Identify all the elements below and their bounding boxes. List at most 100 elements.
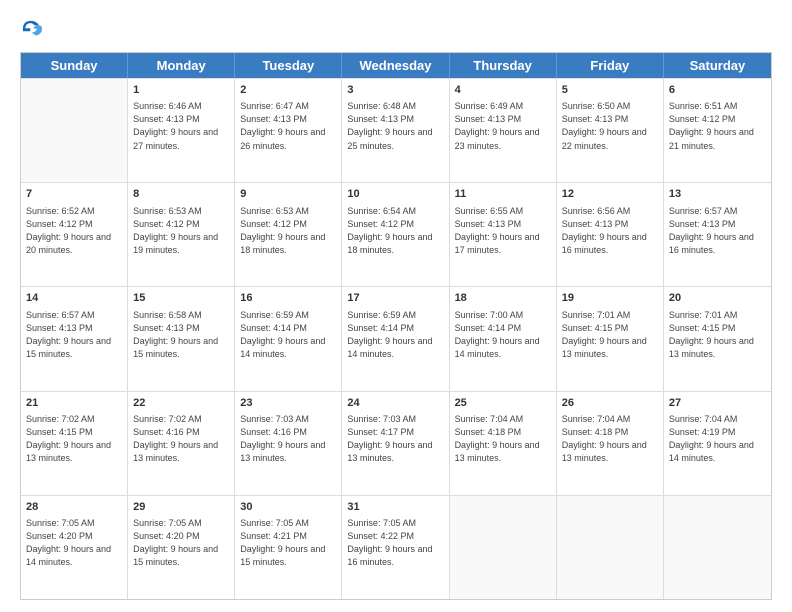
calendar-cell: 8 Sunrise: 6:53 AMSunset: 4:12 PMDaylight… — [128, 183, 235, 286]
day-number: 26 — [562, 396, 658, 411]
calendar-cell: 29 Sunrise: 7:05 AMSunset: 4:20 PMDayligh… — [128, 496, 235, 599]
day-number: 21 — [26, 396, 122, 411]
cell-info: Sunrise: 6:47 AMSunset: 4:13 PMDaylight:… — [240, 100, 336, 152]
day-number: 5 — [562, 83, 658, 98]
calendar: SundayMondayTuesdayWednesdayThursdayFrid… — [20, 52, 772, 600]
day-number: 30 — [240, 500, 336, 515]
calendar-cell: 7Sunrise: 6:52 AMSunset: 4:12 PMDaylight… — [21, 183, 128, 286]
day-number: 28 — [26, 500, 122, 515]
cell-info: Sunrise: 6:53 AMSunset: 4:12 PMDaylight:… — [133, 205, 229, 257]
calendar-cell: 9 Sunrise: 6:53 AMSunset: 4:12 PMDaylight… — [235, 183, 342, 286]
cell-info: Sunrise: 6:56 AMSunset: 4:13 PMDaylight:… — [562, 205, 658, 257]
calendar-cell: 20Sunrise: 7:01 AMSunset: 4:15 PMDayligh… — [664, 287, 771, 390]
cell-info: Sunrise: 7:04 AMSunset: 4:18 PMDaylight:… — [455, 413, 551, 465]
day-header-friday: Friday — [557, 53, 664, 78]
day-header-tuesday: Tuesday — [235, 53, 342, 78]
cell-info: Sunrise: 6:48 AMSunset: 4:13 PMDaylight:… — [347, 100, 443, 152]
day-number: 22 — [133, 396, 229, 411]
calendar-cell: 27 Sunrise: 7:04 AMSunset: 4:19 PMDayligh… — [664, 392, 771, 495]
day-header-monday: Monday — [128, 53, 235, 78]
cell-info: Sunrise: 6:57 AMSunset: 4:13 PMDaylight:… — [26, 309, 122, 361]
calendar-cell: 16 Sunrise: 6:59 AMSunset: 4:14 PMDayligh… — [235, 287, 342, 390]
day-number: 31 — [347, 500, 443, 515]
cell-info: Sunrise: 6:49 AMSunset: 4:13 PMDaylight:… — [455, 100, 551, 152]
cell-info: Sunrise: 7:02 AMSunset: 4:16 PMDaylight:… — [133, 413, 229, 465]
cell-info: Sunrise: 6:53 AMSunset: 4:12 PMDaylight:… — [240, 205, 336, 257]
calendar-cell: 14 Sunrise: 6:57 AMSunset: 4:13 PMDayligh… — [21, 287, 128, 390]
cell-info: Sunrise: 7:01 AMSunset: 4:15 PMDaylight:… — [562, 309, 658, 361]
cell-info: Sunrise: 7:05 AMSunset: 4:21 PMDaylight:… — [240, 517, 336, 569]
day-number: 16 — [240, 291, 336, 306]
cell-info: Sunrise: 7:03 AMSunset: 4:16 PMDaylight:… — [240, 413, 336, 465]
day-number: 3 — [347, 83, 443, 98]
day-number: 25 — [455, 396, 551, 411]
day-number: 11 — [455, 187, 551, 202]
calendar-cell: 13Sunrise: 6:57 AMSunset: 4:13 PMDayligh… — [664, 183, 771, 286]
header — [20, 18, 772, 42]
cell-info: Sunrise: 6:57 AMSunset: 4:13 PMDaylight:… — [669, 205, 766, 257]
calendar-cell: 22 Sunrise: 7:02 AMSunset: 4:16 PMDayligh… — [128, 392, 235, 495]
logo-icon — [20, 18, 42, 40]
cell-info: Sunrise: 6:59 AMSunset: 4:14 PMDaylight:… — [240, 309, 336, 361]
calendar-cell: 15 Sunrise: 6:58 AMSunset: 4:13 PMDayligh… — [128, 287, 235, 390]
day-number: 17 — [347, 291, 443, 306]
cell-info: Sunrise: 7:05 AMSunset: 4:22 PMDaylight:… — [347, 517, 443, 569]
calendar-row-5: 28 Sunrise: 7:05 AMSunset: 4:20 PMDayligh… — [21, 495, 771, 599]
calendar-cell: 30 Sunrise: 7:05 AMSunset: 4:21 PMDayligh… — [235, 496, 342, 599]
calendar-cell: 31 Sunrise: 7:05 AMSunset: 4:22 PMDayligh… — [342, 496, 449, 599]
cell-info: Sunrise: 6:54 AMSunset: 4:12 PMDaylight:… — [347, 205, 443, 257]
day-number: 15 — [133, 291, 229, 306]
day-number: 9 — [240, 187, 336, 202]
day-number: 1 — [133, 83, 229, 98]
cell-info: Sunrise: 6:46 AMSunset: 4:13 PMDaylight:… — [133, 100, 229, 152]
calendar-cell: 11 Sunrise: 6:55 AMSunset: 4:13 PMDayligh… — [450, 183, 557, 286]
cell-info: Sunrise: 7:02 AMSunset: 4:15 PMDaylight:… — [26, 413, 122, 465]
calendar-cell: 4Sunrise: 6:49 AMSunset: 4:13 PMDaylight… — [450, 79, 557, 182]
calendar-cell — [557, 496, 664, 599]
cell-info: Sunrise: 6:58 AMSunset: 4:13 PMDaylight:… — [133, 309, 229, 361]
day-number: 19 — [562, 291, 658, 306]
calendar-cell: 21 Sunrise: 7:02 AMSunset: 4:15 PMDayligh… — [21, 392, 128, 495]
day-number: 24 — [347, 396, 443, 411]
cell-info: Sunrise: 7:04 AMSunset: 4:19 PMDaylight:… — [669, 413, 766, 465]
day-header-saturday: Saturday — [664, 53, 771, 78]
day-number: 14 — [26, 291, 122, 306]
day-header-wednesday: Wednesday — [342, 53, 449, 78]
day-number: 29 — [133, 500, 229, 515]
calendar-body: 1 Sunrise: 6:46 AMSunset: 4:13 PMDaylight… — [21, 78, 771, 599]
calendar-cell — [664, 496, 771, 599]
calendar-cell: 25 Sunrise: 7:04 AMSunset: 4:18 PMDayligh… — [450, 392, 557, 495]
calendar-cell: 5 Sunrise: 6:50 AMSunset: 4:13 PMDaylight… — [557, 79, 664, 182]
calendar-cell: 24 Sunrise: 7:03 AMSunset: 4:17 PMDayligh… — [342, 392, 449, 495]
day-number: 27 — [669, 396, 766, 411]
calendar-header: SundayMondayTuesdayWednesdayThursdayFrid… — [21, 53, 771, 78]
cell-info: Sunrise: 7:05 AMSunset: 4:20 PMDaylight:… — [26, 517, 122, 569]
cell-info: Sunrise: 6:59 AMSunset: 4:14 PMDaylight:… — [347, 309, 443, 361]
calendar-row-2: 7Sunrise: 6:52 AMSunset: 4:12 PMDaylight… — [21, 182, 771, 286]
calendar-cell: 23 Sunrise: 7:03 AMSunset: 4:16 PMDayligh… — [235, 392, 342, 495]
day-number: 23 — [240, 396, 336, 411]
cell-info: Sunrise: 6:51 AMSunset: 4:12 PMDaylight:… — [669, 100, 766, 152]
cell-info: Sunrise: 6:50 AMSunset: 4:13 PMDaylight:… — [562, 100, 658, 152]
day-number: 2 — [240, 83, 336, 98]
day-number: 7 — [26, 187, 122, 202]
calendar-cell: 17 Sunrise: 6:59 AMSunset: 4:14 PMDayligh… — [342, 287, 449, 390]
calendar-row-1: 1 Sunrise: 6:46 AMSunset: 4:13 PMDaylight… — [21, 78, 771, 182]
calendar-cell: 10Sunrise: 6:54 AMSunset: 4:12 PMDayligh… — [342, 183, 449, 286]
cell-info: Sunrise: 7:00 AMSunset: 4:14 PMDaylight:… — [455, 309, 551, 361]
cell-info: Sunrise: 7:04 AMSunset: 4:18 PMDaylight:… — [562, 413, 658, 465]
calendar-cell: 1 Sunrise: 6:46 AMSunset: 4:13 PMDaylight… — [128, 79, 235, 182]
day-number: 18 — [455, 291, 551, 306]
cell-info: Sunrise: 7:03 AMSunset: 4:17 PMDaylight:… — [347, 413, 443, 465]
calendar-cell — [450, 496, 557, 599]
day-header-sunday: Sunday — [21, 53, 128, 78]
calendar-cell: 26 Sunrise: 7:04 AMSunset: 4:18 PMDayligh… — [557, 392, 664, 495]
calendar-cell: 2 Sunrise: 6:47 AMSunset: 4:13 PMDaylight… — [235, 79, 342, 182]
cell-info: Sunrise: 7:01 AMSunset: 4:15 PMDaylight:… — [669, 309, 766, 361]
day-number: 8 — [133, 187, 229, 202]
day-number: 6 — [669, 83, 766, 98]
cell-info: Sunrise: 7:05 AMSunset: 4:20 PMDaylight:… — [133, 517, 229, 569]
calendar-row-3: 14 Sunrise: 6:57 AMSunset: 4:13 PMDayligh… — [21, 286, 771, 390]
calendar-cell: 12Sunrise: 6:56 AMSunset: 4:13 PMDayligh… — [557, 183, 664, 286]
cell-info: Sunrise: 6:55 AMSunset: 4:13 PMDaylight:… — [455, 205, 551, 257]
